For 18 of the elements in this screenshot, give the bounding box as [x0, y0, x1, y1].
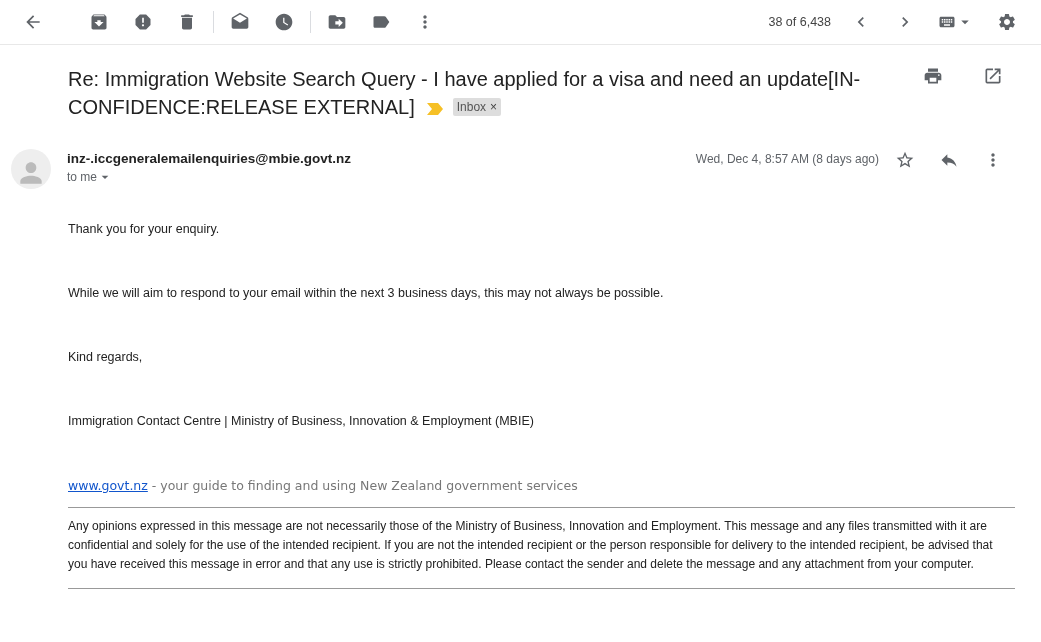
disclaimer-text: Any opinions expressed in this message are not necessarily those of the Ministry of Business, Innovation and Employment. This message and any files transmitted with it are confidential and solely for the use of the intended recipient. If you are not the intended recipient or the person responsible for delivery to the intended recipient, be advised that you have received this message in error and that any use is strictly prohibited. Please contact the sender and delete the message and any attachment from your computer.: [68, 518, 994, 573]
body-paragraph: Kind regards,: [68, 350, 144, 365]
body-paragraph: While we will aim to respond to your email within the next 3 business days, this may not always be possible.: [68, 286, 665, 301]
settings-icon[interactable]: [996, 11, 1018, 33]
email-subject: Re: Immigration Website Search Query - I have applied for a visa and need an update[IN-CONFIDENCE:RELEASE EXTERNAL] Inbox ×: [68, 67, 862, 120]
body-paragraph: Immigration Contact Centre | Ministry of Business, Innovation & Employment (MBIE): [68, 414, 535, 429]
avatar-icon: [11, 149, 51, 189]
govt-link[interactable]: www.govt.nz: [68, 478, 148, 493]
remove-label-button[interactable]: ×: [490, 98, 498, 115]
recipient-toggle[interactable]: to me: [67, 169, 696, 185]
sender-email: inz-.iccgeneralemailenquiries@mbie.govt.nz: [67, 151, 352, 166]
footer-text: www.govt.nz - your guide to finding and using New Zealand government services: [68, 478, 579, 493]
label-chip[interactable]: Inbox ×: [452, 97, 502, 116]
pager-count: 38 of 6,438: [768, 15, 831, 29]
email-date: Wed, Dec 4, 8:57 AM (8 days ago): [695, 152, 879, 166]
clock-icon[interactable]: [273, 11, 295, 33]
importance-marker-icon[interactable]: [426, 102, 443, 115]
body-paragraph: Thank you for your enquiry.: [68, 222, 221, 237]
